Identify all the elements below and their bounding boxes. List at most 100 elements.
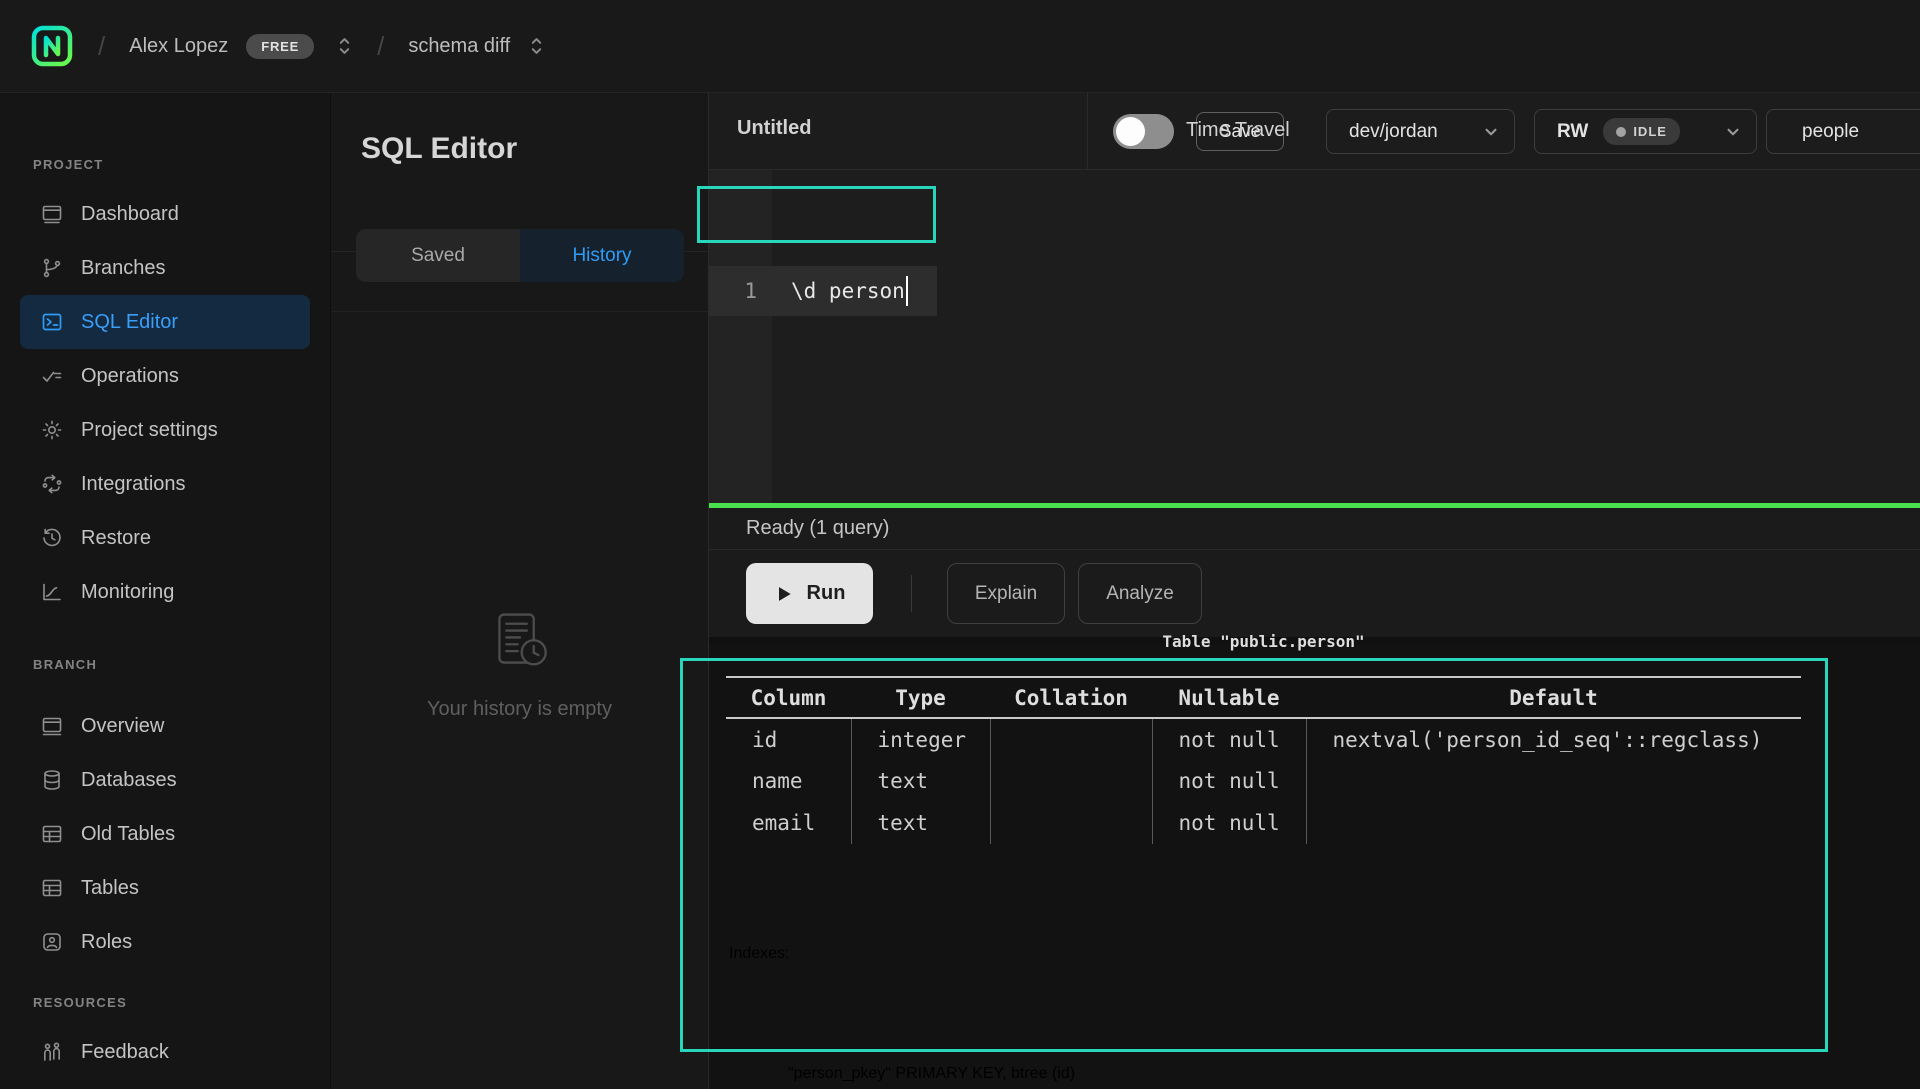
cell	[990, 718, 1152, 760]
indexes-label: Indexes:	[729, 934, 1201, 974]
status-bar: Ready (1 query)	[709, 508, 1920, 550]
branches-icon	[40, 256, 64, 280]
cell: integer	[851, 718, 990, 760]
history-empty-state: Your history is empty	[331, 610, 708, 721]
explain-button[interactable]: Explain	[947, 563, 1065, 624]
sidebar-item-old-tables[interactable]: Old Tables	[20, 807, 310, 861]
sidebar-item-project-settings[interactable]: Project settings	[20, 403, 310, 457]
query-header: Untitled Save Time Travel dev/jordan RW …	[709, 93, 1920, 170]
sidebar-item-label: Operations	[81, 365, 179, 388]
sidebar-item-restore[interactable]: Restore	[20, 511, 310, 565]
sidebar-item-overview[interactable]: Overview	[20, 699, 310, 753]
time-travel-label: Time Travel	[1186, 119, 1290, 142]
sidebar-section-branch: BRANCH	[33, 657, 330, 673]
roles-user-icon	[40, 930, 64, 954]
status-text: Ready (1 query)	[746, 517, 889, 540]
history-empty-document-clock-icon	[488, 610, 552, 674]
sidebar-item-feedback[interactable]: Feedback	[20, 1025, 310, 1079]
cell: nextval('person_id_seq'::regclass)	[1306, 718, 1801, 760]
sidebar-item-dashboard[interactable]: Dashboard	[20, 187, 310, 241]
cell	[990, 802, 1152, 844]
cell: text	[851, 760, 990, 802]
editor-code-text: \d person	[791, 279, 905, 303]
results-indexes-block: Indexes: "person_pkey" PRIMARY KEY, btre…	[729, 854, 1201, 1089]
tab-history[interactable]: History	[520, 229, 684, 282]
cell: not null	[1152, 760, 1306, 802]
sidebar: PROJECT Dashboard Branches	[0, 93, 330, 1089]
sidebar-item-label: Restore	[81, 527, 151, 550]
cell: not null	[1152, 718, 1306, 760]
table-row: email text not null	[726, 802, 1801, 844]
sidebar-item-label: SQL Editor	[81, 311, 178, 334]
sidebar-item-label: Dashboard	[81, 203, 179, 226]
column-header: Default	[1306, 677, 1801, 718]
database-selector-value: people	[1802, 121, 1859, 143]
branch-selector[interactable]: dev/jordan	[1326, 109, 1515, 154]
sidebar-item-label: Branches	[81, 257, 166, 280]
sidebar-section-project: PROJECT	[33, 157, 330, 173]
org-switcher-chevrons-icon[interactable]	[336, 35, 353, 57]
run-button[interactable]: Run	[746, 563, 873, 624]
sidebar-item-databases[interactable]: Databases	[20, 753, 310, 807]
breadcrumb-separator: /	[377, 31, 384, 62]
sidebar-item-label: Project settings	[81, 419, 218, 442]
sidebar-item-label: Roles	[81, 931, 132, 954]
cell: id	[726, 718, 851, 760]
query-actions-bar: Run Explain Analyze	[709, 550, 1920, 637]
sidebar-item-operations[interactable]: Operations	[20, 349, 310, 403]
sidebar-item-branches[interactable]: Branches	[20, 241, 310, 295]
sidebar-item-label: Overview	[81, 715, 164, 738]
sidebar-item-monitoring[interactable]: Monitoring	[20, 565, 310, 619]
cell: name	[726, 760, 851, 802]
compute-status-text: IDLE	[1633, 124, 1667, 139]
index-entry: "person_pkey" PRIMARY KEY, btree (id)	[729, 1054, 1201, 1089]
breadcrumb-separator: /	[98, 31, 105, 62]
table-row: id integer not null nextval('person_id_s…	[726, 718, 1801, 760]
analyze-button[interactable]: Analyze	[1078, 563, 1202, 624]
overview-icon	[40, 714, 64, 738]
divider	[1087, 93, 1088, 170]
operations-icon	[40, 364, 64, 388]
sidebar-item-sql-editor[interactable]: SQL Editor	[20, 295, 310, 349]
sidebar-item-label: Feedback	[81, 1041, 169, 1064]
editor-gutter	[709, 170, 772, 503]
results-table: Column Type Collation Nullable Default i…	[726, 676, 1801, 844]
databases-icon	[40, 768, 64, 792]
status-dot-icon	[1616, 127, 1626, 137]
sql-editor-code-area[interactable]: 1 \d person	[709, 170, 1920, 503]
text-cursor	[906, 276, 909, 306]
sidebar-item-label: Databases	[81, 769, 177, 792]
chevron-down-icon	[1482, 123, 1500, 141]
breadcrumb-project[interactable]: schema diff	[408, 35, 510, 58]
results-table-header-row: Column Type Collation Nullable Default	[726, 677, 1801, 718]
top-bar: / Alex Lopez FREE / schema diff	[0, 0, 1920, 93]
page-title: SQL Editor	[361, 132, 708, 166]
column-header: Collation	[990, 677, 1152, 718]
neon-logo-icon[interactable]	[30, 24, 74, 68]
neon-console: / Alex Lopez FREE / schema diff PROJECT …	[0, 0, 1920, 1089]
toggle-knob	[1116, 117, 1145, 146]
sidebar-item-integrations[interactable]: Integrations	[20, 457, 310, 511]
integrations-icon	[40, 472, 64, 496]
editor-code-line[interactable]: \d person	[791, 266, 908, 316]
compute-selector[interactable]: RW IDLE	[1534, 109, 1757, 154]
cell: text	[851, 802, 990, 844]
cell	[1306, 760, 1801, 802]
editor-line-number: 1	[709, 266, 757, 316]
query-tab-title: Untitled	[737, 117, 811, 140]
cell: email	[726, 802, 851, 844]
sidebar-item-tables[interactable]: Tables	[20, 861, 310, 915]
sidebar-item-roles[interactable]: Roles	[20, 915, 310, 969]
sql-editor-icon	[40, 310, 64, 334]
project-switcher-chevrons-icon[interactable]	[528, 35, 545, 57]
breadcrumb-org[interactable]: Alex Lopez	[129, 35, 228, 58]
tab-saved[interactable]: Saved	[356, 229, 520, 282]
divider	[331, 311, 708, 312]
time-travel-toggle[interactable]	[1113, 114, 1174, 149]
table-grid-icon	[40, 822, 64, 846]
database-selector[interactable]: people	[1766, 109, 1920, 154]
sidebar-section-resources: RESOURCES	[33, 995, 330, 1011]
sidebar-item-label: Old Tables	[81, 823, 175, 846]
cell	[1306, 802, 1801, 844]
sidebar-item-label: Integrations	[81, 473, 186, 496]
